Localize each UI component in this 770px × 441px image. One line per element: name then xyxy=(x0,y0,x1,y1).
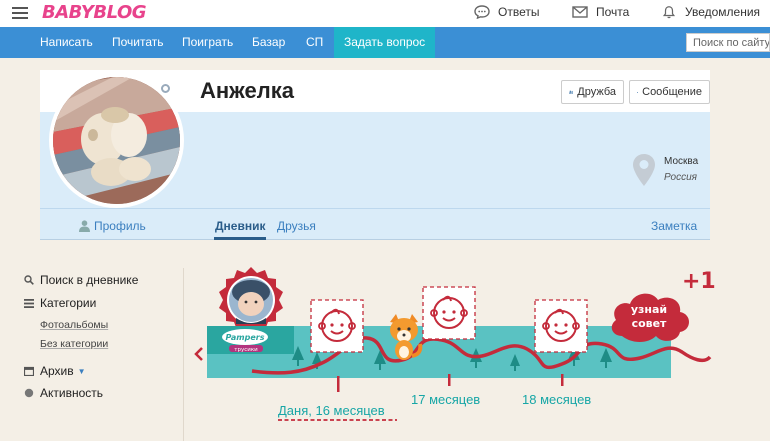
pampers-subbrand-text: трусики xyxy=(234,347,258,353)
nav-write[interactable]: Написать xyxy=(40,27,93,58)
tab-profile-label: Профиль xyxy=(94,219,146,233)
list-icon xyxy=(24,298,34,308)
nav-ask-question[interactable]: Задать вопрос xyxy=(334,27,436,58)
chat-bubble-icon xyxy=(474,5,490,19)
baby-card-1 xyxy=(310,299,364,353)
sidebar-categories-label: Категории xyxy=(40,296,97,310)
bell-icon xyxy=(662,6,676,19)
baby-card-3 xyxy=(534,299,588,353)
top-header: BABYBLOG Ответы Почта Уведомления xyxy=(0,0,770,27)
tab-friends[interactable]: Друзья xyxy=(277,219,316,233)
tab-active-indicator xyxy=(214,237,266,240)
notifications-link[interactable]: Уведомления xyxy=(661,5,760,19)
pampers-banner[interactable]: +1 узнай совет Pampers трусики Даня, 16 … xyxy=(192,264,732,441)
profile-country: Россия xyxy=(664,172,698,183)
baby-card-2 xyxy=(422,286,476,340)
menu-icon[interactable] xyxy=(12,7,28,19)
sidebar-uncategorized[interactable]: Без категории xyxy=(40,338,108,350)
pampers-brand-text: Pampers xyxy=(226,333,265,342)
nav-sp[interactable]: СП xyxy=(306,27,323,58)
sidebar-archive[interactable]: Архив ▼ xyxy=(24,364,86,378)
location-pin-icon xyxy=(633,154,655,186)
chevron-down-icon: ▼ xyxy=(77,366,86,376)
content-divider xyxy=(183,268,184,441)
age-label-16[interactable]: Даня, 16 месяцев xyxy=(278,403,385,418)
users-icon xyxy=(569,90,574,94)
envelope-icon xyxy=(572,6,588,18)
avatar-photo xyxy=(53,77,180,204)
note-link[interactable]: Заметка xyxy=(651,219,697,233)
profile-name: Анжелка xyxy=(200,78,294,103)
mail-link[interactable]: Почта xyxy=(572,5,629,19)
nav-read[interactable]: Почитать xyxy=(112,27,164,58)
sidebar-archive-label: Архив xyxy=(40,364,74,378)
profile-city: Москва xyxy=(664,156,699,167)
main-nav: Написать Почитать Поиграть Базар СП Зада… xyxy=(0,27,770,58)
nav-play[interactable]: Поиграть xyxy=(182,27,233,58)
cloud-text-line2: совет xyxy=(632,317,667,330)
search-icon xyxy=(24,275,34,285)
site-search-input[interactable]: Поиск по сайту xyxy=(686,33,770,52)
sidebar-categories[interactable]: Категории xyxy=(24,296,96,310)
tab-profile[interactable]: Профиль xyxy=(79,219,146,233)
notifications-label: Уведомления xyxy=(685,5,761,19)
nav-market[interactable]: Базар xyxy=(252,27,285,58)
cloud-text-line1: узнай xyxy=(631,303,667,316)
friend-button-label: Дружба xyxy=(577,86,616,98)
sidebar-search-label: Поиск в дневнике xyxy=(40,273,139,287)
age-label-17[interactable]: 17 месяцев xyxy=(411,392,480,407)
sidebar-activity-label: Активность xyxy=(40,386,104,400)
site-logo[interactable]: BABYBLOG xyxy=(42,2,147,23)
avatar[interactable] xyxy=(53,77,180,204)
answers-link[interactable]: Ответы xyxy=(474,5,539,19)
banner-plus-one-text: +1 xyxy=(682,269,716,294)
mail-label: Почта xyxy=(596,5,630,19)
sidebar-diary-search[interactable]: Поиск в дневнике xyxy=(24,273,138,287)
tab-diary[interactable]: Дневник xyxy=(215,219,265,233)
answers-label: Ответы xyxy=(498,5,540,19)
age-label-18[interactable]: 18 месяцев xyxy=(522,392,591,407)
activity-dot-icon xyxy=(24,388,34,398)
envelope-small-icon xyxy=(637,91,639,93)
user-icon xyxy=(79,220,90,232)
sidebar-activity[interactable]: Активность xyxy=(24,386,103,400)
friend-button[interactable]: Дружба xyxy=(561,80,624,104)
banner-graphic: +1 узнай совет Pampers трусики xyxy=(194,267,716,421)
status-indicator xyxy=(161,84,170,93)
message-button[interactable]: Сообщение xyxy=(629,80,710,104)
message-button-label: Сообщение xyxy=(642,86,702,98)
calendar-icon xyxy=(24,366,34,376)
sidebar-photoalbums[interactable]: Фотоальбомы xyxy=(40,319,108,331)
